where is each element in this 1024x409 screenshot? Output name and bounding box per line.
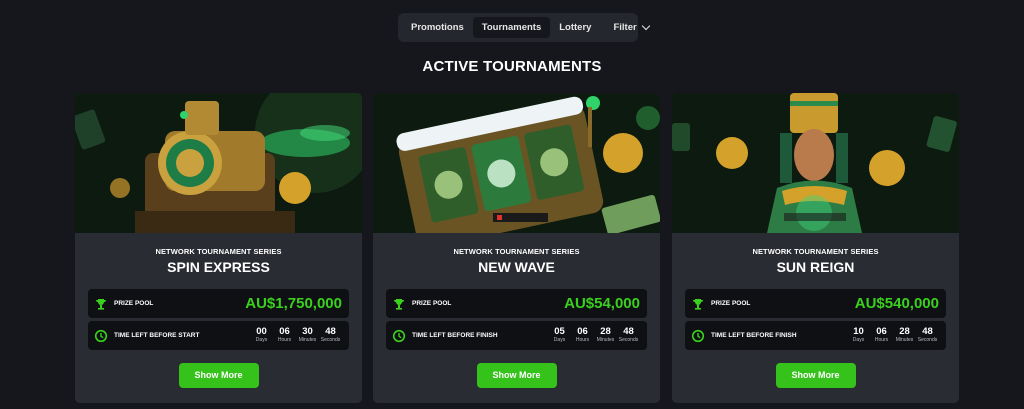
days-value: 05 (554, 326, 565, 337)
minutes-value: 28 (899, 326, 910, 337)
minutes-unit: Minutes (895, 337, 914, 343)
clock-history-icon (94, 329, 108, 342)
hours-unit: Hours (874, 337, 889, 343)
prize-pool-label: PRIZE POOL (114, 300, 154, 307)
countdown-timer: 00 Days 06 Hours 30 Minutes 48 Seconds (250, 327, 342, 344)
hours-unit: Hours (575, 337, 590, 343)
hours-unit: Hours (277, 337, 292, 343)
seconds-unit: Seconds (320, 337, 341, 343)
time-left-label: TIME LEFT BEFORE FINISH (711, 332, 797, 339)
series-label: NETWORK TOURNAMENT SERIES (453, 247, 580, 256)
prize-pool-row: PRIZE POOL AU$540,000 (685, 289, 946, 318)
minutes-value: 30 (302, 326, 313, 337)
time-left-label: TIME LEFT BEFORE FINISH (412, 332, 498, 339)
section-title: ACTIVE TOURNAMENTS (422, 58, 602, 75)
seconds-value: 48 (325, 326, 336, 337)
hours-value: 06 (876, 326, 887, 337)
minutes-unit: Minutes (596, 337, 615, 343)
tournament-card-sun-reign: NETWORK TOURNAMENT SERIES SUN REIGN PRIZ… (672, 93, 959, 403)
seconds-unit: Seconds (618, 337, 639, 343)
filter-label: Filter (613, 22, 637, 33)
prize-pool-value: AU$1,750,000 (245, 295, 342, 312)
prize-pool-value: AU$54,000 (564, 295, 640, 312)
tab-tournaments[interactable]: Tournaments (472, 17, 551, 38)
seconds-value: 48 (922, 326, 933, 337)
prize-pool-label: PRIZE POOL (412, 300, 452, 307)
time-left-row: TIME LEFT BEFORE FINISH 10 Days 06 Hours 2… (685, 321, 946, 350)
days-unit: Days (852, 337, 865, 343)
trophy-icon (693, 298, 703, 310)
tournament-card-spin-express: NETWORK TOURNAMENT SERIES SPIN EXPRESS P… (75, 93, 362, 403)
show-more-button[interactable]: Show More (178, 363, 259, 388)
tournament-banner-image[interactable] (75, 93, 362, 233)
show-more-button[interactable]: Show More (775, 363, 856, 388)
tournament-banner-image[interactable] (672, 93, 959, 233)
clock-history-icon (392, 329, 406, 342)
days-unit: Days (553, 337, 566, 343)
prize-pool-row: PRIZE POOL AU$54,000 (386, 289, 647, 318)
trophy-icon (96, 298, 106, 310)
days-unit: Days (255, 337, 268, 343)
category-tabs: Promotions Tournaments Lottery Filter (398, 13, 650, 42)
minutes-value: 28 (600, 326, 611, 337)
days-value: 10 (853, 326, 864, 337)
prize-pool-value: AU$540,000 (854, 295, 939, 312)
trophy-icon (394, 298, 404, 310)
chevron-down-icon (641, 21, 650, 30)
tournament-card-new-wave: NETWORK TOURNAMENT SERIES NEW WAVE PRIZE… (373, 93, 660, 403)
hours-value: 06 (577, 326, 588, 337)
hours-value: 06 (279, 326, 290, 337)
tournament-name: SUN REIGN (776, 259, 855, 275)
filter-dropdown[interactable]: Filter (604, 17, 657, 38)
countdown-timer: 05 Days 06 Hours 28 Minutes 48 Seconds (548, 327, 640, 344)
seconds-value: 48 (623, 326, 634, 337)
countdown-timer: 10 Days 06 Hours 28 Minutes 48 Seconds (847, 327, 939, 344)
tournament-banner-image[interactable] (373, 93, 660, 233)
clock-history-icon (691, 329, 705, 342)
minutes-unit: Minutes (298, 337, 317, 343)
series-label: NETWORK TOURNAMENT SERIES (155, 247, 282, 256)
days-value: 00 (256, 326, 267, 337)
show-more-button[interactable]: Show More (476, 363, 557, 388)
series-label: NETWORK TOURNAMENT SERIES (752, 247, 879, 256)
tab-promotions[interactable]: Promotions (402, 17, 473, 38)
time-left-row: TIME LEFT BEFORE FINISH 05 Days 06 Hours 2… (386, 321, 647, 350)
prize-pool-row: PRIZE POOL AU$1,750,000 (88, 289, 349, 318)
tournament-name: SPIN EXPRESS (167, 259, 270, 275)
prize-pool-label: PRIZE POOL (711, 300, 751, 307)
seconds-unit: Seconds (917, 337, 938, 343)
time-left-label: TIME LEFT BEFORE START (114, 332, 200, 339)
time-left-row: TIME LEFT BEFORE START 00 Days 06 Hours 30… (88, 321, 349, 350)
tab-lottery[interactable]: Lottery (550, 17, 600, 38)
tournament-name: NEW WAVE (478, 259, 555, 275)
